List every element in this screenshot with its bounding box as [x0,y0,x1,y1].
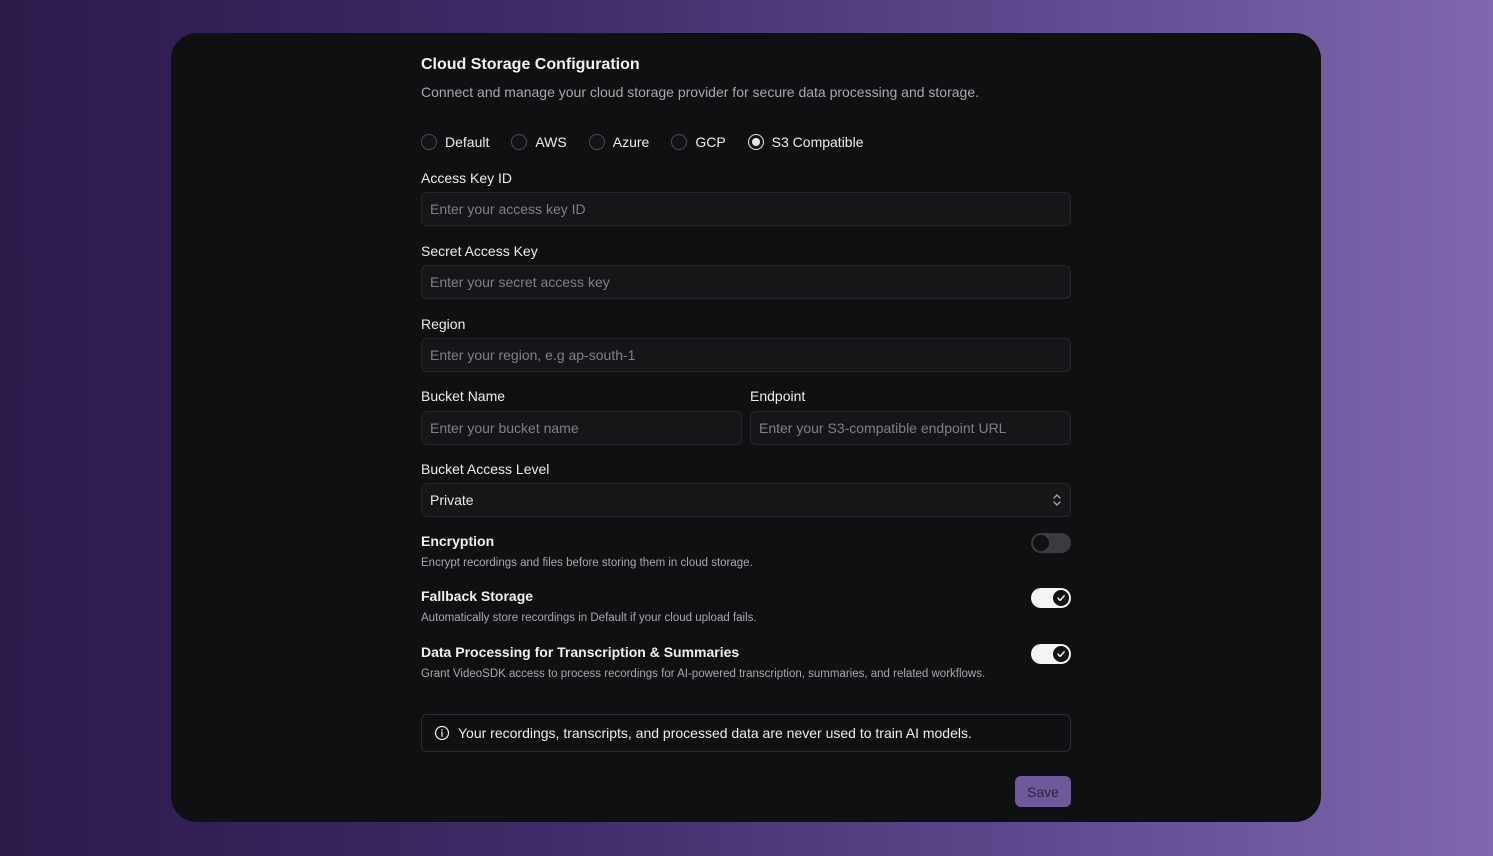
data-processing-title: Data Processing for Transcription & Summ… [421,644,740,660]
encryption-title: Encryption [421,533,495,549]
radio-label: GCP [695,134,726,150]
radio-circle [588,134,605,150]
select-value: Private [430,492,474,508]
radio-aws[interactable]: AWS [511,134,567,150]
page-subtitle: Connect and manage your cloud storage pr… [421,84,980,100]
fallback-storage-description: Automatically store recordings in Defaul… [421,612,757,624]
fallback-storage-toggle[interactable] [1031,588,1071,608]
fallback-storage-title: Fallback Storage [421,588,534,604]
data-processing-setting: Data Processing for Transcription & Summ… [421,644,1071,682]
page-title: Cloud Storage Configuration [421,56,640,73]
radio-circle [671,134,688,150]
radio-s3-compatible[interactable]: S3 Compatible [747,134,864,150]
encryption-description: Encrypt recordings and files before stor… [421,557,753,569]
privacy-notice-text: Your recordings, transcripts, and proces… [458,725,972,741]
encryption-toggle[interactable] [1031,533,1071,553]
radio-gcp[interactable]: GCP [671,134,726,150]
radio-azure[interactable]: Azure [588,134,650,150]
secret-access-key-label: Secret Access Key [421,243,538,259]
radio-circle [421,134,437,150]
secret-access-key-input[interactable] [421,265,1071,299]
info-icon [434,725,450,741]
radio-circle-checked [747,134,764,150]
toggle-knob [1053,646,1069,662]
privacy-notice: Your recordings, transcripts, and proces… [421,714,1071,752]
bucket-name-label: Bucket Name [421,388,506,404]
radio-label: S3 Compatible [771,134,864,150]
bucket-access-level-select[interactable]: Private [421,483,1071,517]
data-processing-description: Grant VideoSDK access to process recordi… [421,668,986,680]
endpoint-input[interactable] [750,411,1071,445]
fallback-storage-setting: Fallback Storage Automatically store rec… [421,588,1071,626]
radio-label: Azure [612,134,650,150]
region-input[interactable] [421,338,1071,372]
data-processing-toggle[interactable] [1031,644,1071,664]
radio-circle [511,134,528,150]
chevron-up-down-icon [1053,494,1061,506]
access-key-id-label: Access Key ID [421,170,513,186]
toggle-knob [1033,535,1049,551]
settings-card: Cloud Storage Configuration Connect and … [171,33,1321,822]
access-key-id-input[interactable] [421,192,1071,226]
check-icon [1057,651,1065,658]
encryption-setting: Encryption Encrypt recordings and files … [421,533,1071,571]
radio-label: AWS [535,134,567,150]
save-button[interactable]: Save [1015,776,1071,807]
provider-radio-group: Default AWS Azure GCP S3 Compatible [421,134,885,150]
endpoint-label: Endpoint [750,388,806,404]
radio-label: Default [445,134,490,150]
bucket-access-level-label: Bucket Access Level [421,461,550,477]
region-label: Region [421,316,466,332]
radio-default[interactable]: Default [421,134,489,150]
check-icon [1057,595,1065,602]
bucket-name-input[interactable] [421,411,742,445]
toggle-knob [1053,590,1069,606]
